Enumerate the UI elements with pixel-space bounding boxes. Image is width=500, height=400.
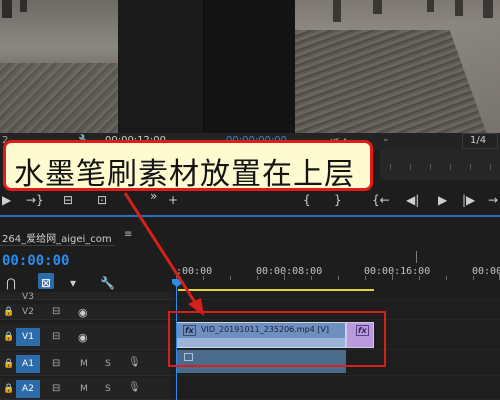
work-area-bar[interactable]	[178, 289, 374, 291]
mark-in-icon[interactable]: {	[303, 192, 311, 208]
solo-button[interactable]: S	[105, 384, 111, 394]
pedestrian-figure	[2, 0, 12, 18]
track-name[interactable]: V1	[16, 328, 40, 346]
track-header: 🔒 V1 ⊟ ◉	[0, 324, 170, 350]
time-ruler[interactable]: :00:00 00:00:08:00 00:00:16:00 00:00:2	[176, 260, 500, 290]
track-name[interactable]: V2	[16, 307, 40, 317]
source-monitor-preview	[0, 0, 118, 133]
track-header: 🔒 A2 ⊟ M S 🎙	[0, 378, 170, 400]
mute-button[interactable]: M	[80, 359, 88, 369]
add-button-icon[interactable]: +	[168, 192, 178, 208]
ruler-label: 00:00:2	[472, 266, 500, 277]
highlight-box	[168, 311, 386, 367]
step-back-icon[interactable]: ◀|	[406, 192, 419, 208]
track-lane[interactable]	[170, 378, 500, 400]
microphone-icon[interactable]: 🎙	[128, 382, 141, 393]
pedestrian-figure	[483, 0, 493, 18]
marker-icon[interactable]: ▾	[70, 276, 76, 290]
sync-lock-icon[interactable]: ⊟	[52, 358, 60, 369]
pedestrian-figure	[373, 0, 382, 14]
pedestrian-figure	[455, 0, 463, 16]
street-image	[0, 63, 118, 133]
lock-icon[interactable]: 🔒	[3, 359, 14, 369]
sequence-timecode[interactable]: 00:00:00	[2, 253, 69, 269]
mute-button[interactable]: M	[80, 384, 88, 394]
track-header: 🔒 A1 ⊟ M S 🎙	[0, 352, 170, 376]
go-to-out-icon[interactable]: →	[488, 192, 498, 208]
lock-icon[interactable]: 🔒	[3, 384, 14, 394]
eye-icon[interactable]: ◉	[78, 306, 88, 319]
quality-label: 1/4	[470, 135, 487, 146]
program-monitor-preview	[295, 0, 500, 133]
callout-text: 水墨笔刷素材放置在上层	[14, 157, 355, 192]
eye-icon[interactable]: ◉	[78, 331, 88, 344]
snap-icon[interactable]: ⋂	[6, 276, 16, 290]
sequence-tab[interactable]: 264_爱给网_aigei_com	[2, 230, 112, 245]
play-icon[interactable]: ▶	[2, 192, 11, 208]
mark-out-icon[interactable]: }	[334, 192, 342, 208]
menu-icon[interactable]: ≡	[124, 229, 132, 240]
sync-lock-icon[interactable]: ⊟	[52, 383, 60, 394]
track-header: V3	[0, 292, 170, 302]
track-lane[interactable]	[170, 292, 500, 300]
step-forward-icon[interactable]: |▶	[462, 192, 475, 208]
lift-icon[interactable]: ⊟	[63, 192, 73, 208]
sync-lock-icon[interactable]: ⊟	[52, 306, 60, 317]
program-monitor-letterbox	[205, 0, 295, 133]
lock-icon[interactable]: 🔒	[3, 332, 14, 342]
track-name[interactable]: A1	[16, 355, 40, 373]
track-header: 🔒 V2 ⊟ ◉	[0, 304, 170, 320]
go-to-in-icon[interactable]: {←	[372, 192, 390, 208]
ruler-label: 00:00:16:00	[364, 266, 431, 277]
track-name[interactable]: A2	[16, 380, 40, 398]
pedestrian-figure	[427, 0, 434, 12]
track-v3: V3	[0, 292, 500, 302]
ruler-label: :00:00	[176, 266, 213, 277]
linked-selection-icon: ⊠	[41, 276, 52, 290]
track-name[interactable]: V3	[16, 292, 40, 302]
monitor-divider-area	[118, 0, 206, 133]
lock-icon[interactable]: 🔒	[3, 307, 14, 317]
insert-icon[interactable]: →}	[26, 192, 44, 208]
panel-focus-line	[0, 215, 500, 217]
sync-lock-icon[interactable]: ⊟	[52, 331, 60, 342]
ruler-label: 00:00:08:00	[256, 266, 323, 277]
play-program-icon[interactable]: ▶	[438, 192, 447, 208]
export-frame-icon[interactable]: ⊡	[97, 192, 107, 208]
microphone-icon[interactable]: 🎙	[128, 357, 141, 368]
chevron-down-icon[interactable]: ⌄	[382, 134, 390, 144]
solo-button[interactable]: S	[105, 359, 111, 369]
wrench-icon[interactable]: 🔧	[100, 276, 115, 290]
program-mini-ruler[interactable]	[380, 150, 500, 180]
pedestrian-figure	[20, 0, 27, 12]
track-a2: 🔒 A2 ⊟ M S 🎙	[0, 378, 500, 400]
annotation-callout: 水墨笔刷素材放置在上层	[3, 140, 373, 192]
sequence-end-marker	[416, 251, 417, 263]
tab-underline	[0, 245, 115, 246]
pedestrian-figure	[333, 0, 341, 22]
